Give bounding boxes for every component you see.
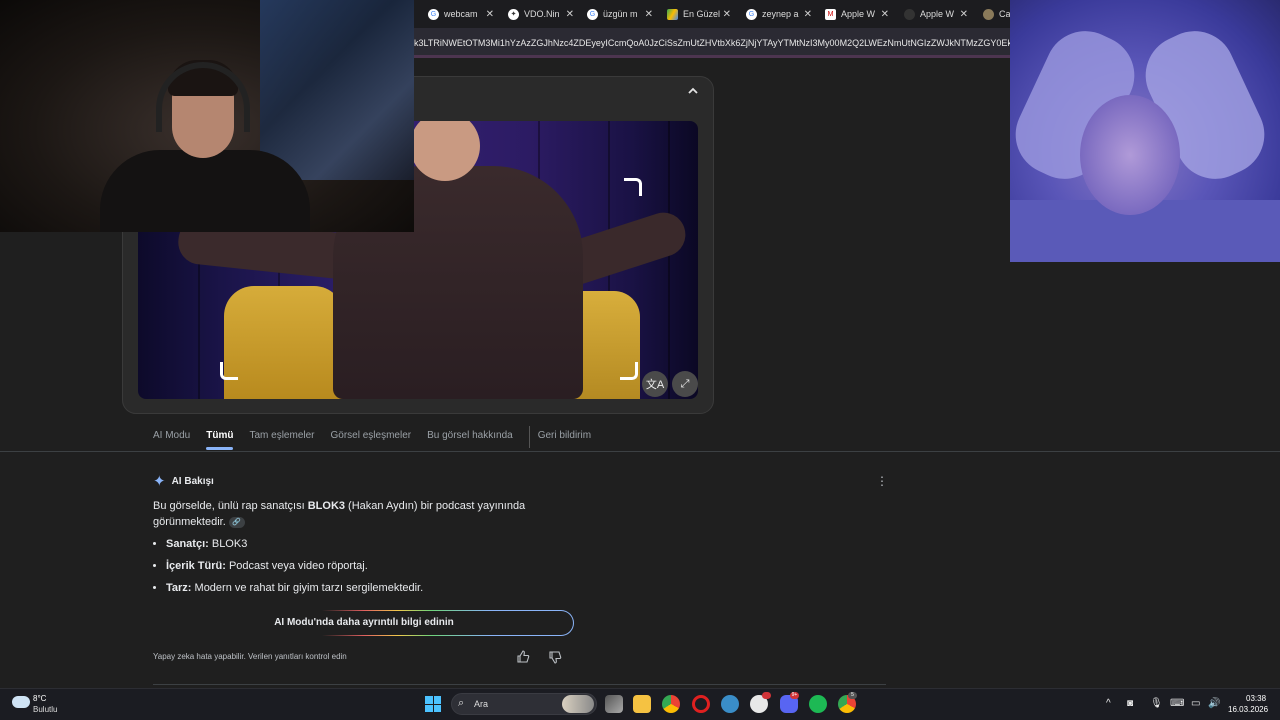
weather-description[interactable]: Bulutlu (33, 705, 57, 714)
crop-handle[interactable] (220, 362, 238, 380)
clock-time[interactable]: 03:38 (1246, 694, 1266, 703)
crop-handle[interactable] (620, 362, 638, 380)
browser-tab[interactable]: M Apple W ✕ (825, 3, 889, 25)
thumbs-down-icon[interactable] (548, 650, 562, 667)
keyboard-icon[interactable]: ⌨ (1170, 698, 1184, 709)
chevron-up-icon[interactable]: ^ (1106, 698, 1111, 709)
tab-feedback[interactable]: Geri bildirim (528, 426, 591, 448)
close-icon[interactable]: ✕ (881, 9, 889, 20)
task-view-icon[interactable] (605, 695, 623, 713)
tab-about-image[interactable]: Bu görsel hakkında (427, 426, 513, 448)
list-item: Sanatçı: BLOK3 (166, 537, 423, 551)
close-icon[interactable]: ✕ (566, 9, 574, 20)
windows-start-icon[interactable] (425, 696, 441, 712)
ai-overview-header: ✦ AI Bakışı (153, 472, 214, 490)
browser-tab[interactable]: En Güzel ✕ (667, 3, 731, 25)
close-icon[interactable]: ✕ (486, 9, 494, 20)
clock-date[interactable]: 16.03.2026 (1228, 705, 1268, 714)
display-icon[interactable]: ▭ (1191, 698, 1200, 709)
tab-ai-mode[interactable]: AI Modu (153, 426, 190, 448)
volume-icon[interactable]: 🔊 (1208, 698, 1220, 709)
weather-temperature[interactable]: 8°C (33, 694, 46, 703)
fullscreen-button[interactable]: ⤢ (672, 371, 698, 397)
steam-icon[interactable] (721, 695, 739, 713)
close-icon[interactable]: ✕ (960, 9, 968, 20)
url-text[interactable]: k3LTRiNWEtOTM3Mi1hYzAzZGJhNzc4ZDEyeyICcm… (414, 38, 1010, 48)
browser-tab[interactable]: ✦ VDO.Nin ✕ (508, 3, 574, 25)
google-icon: G (746, 8, 757, 20)
apple-icon (904, 8, 915, 20)
webcam-overlay-left (0, 0, 414, 232)
drive-icon (667, 8, 678, 20)
close-icon[interactable]: ✕ (723, 9, 731, 20)
opera-icon[interactable] (692, 695, 710, 713)
notification-badge (762, 692, 771, 699)
link-icon[interactable]: 🔗 (228, 516, 245, 528)
sparkle-icon: ✦ (153, 473, 166, 490)
close-icon[interactable]: ✕ (804, 9, 812, 20)
site-icon (983, 8, 994, 20)
crop-handle[interactable] (624, 178, 642, 196)
list-item: İçerik Türü: Podcast veya video röportaj… (166, 559, 423, 573)
disclaimer-text: Yapay zeka hata yapabilir. Verilen yanıt… (153, 652, 347, 661)
discord-tray-icon[interactable]: ◙ (1127, 698, 1133, 709)
ai-mode-button[interactable]: AI Modu'nda daha ayrıntılı bilgi edinin (154, 610, 574, 636)
webcam-overlay-right (1010, 0, 1280, 262)
file-explorer-icon[interactable] (633, 695, 651, 713)
tab-exact-matches[interactable]: Tam eşlemeler (249, 426, 314, 448)
expand-icon: ⤢ (680, 377, 690, 390)
notification-badge: 9+ (790, 692, 799, 699)
spotify-icon[interactable] (809, 695, 827, 713)
browser-tab[interactable]: Güzgün m ✕ (587, 3, 653, 25)
divider (153, 684, 886, 685)
search-icon: ⌕ (458, 697, 465, 709)
thumbs-up-icon[interactable] (516, 650, 530, 667)
translate-icon: 文A (645, 379, 665, 391)
tab-visual-matches[interactable]: Görsel eşleşmeler (331, 426, 412, 448)
browser-tab[interactable]: Apple W ✕ (904, 3, 968, 25)
divider (0, 451, 1280, 452)
notification-badge: 5 (848, 692, 857, 699)
tab-all[interactable]: Tümü (206, 426, 234, 450)
browser-tab[interactable]: Gzeynep a ✕ (746, 3, 812, 25)
result-tabs: AI Modu Tümü Tam eşlemeler Görsel eşleşm… (153, 426, 607, 450)
search-highlight-image[interactable] (562, 695, 594, 713)
chevron-up-icon[interactable] (686, 84, 700, 98)
ai-bullet-list: Sanatçı: BLOK3 İçerik Türü: Podcast veya… (166, 537, 423, 603)
browser-tab[interactable]: Gwebcam ✕ (428, 3, 494, 25)
close-icon[interactable]: ✕ (645, 9, 653, 20)
browser-tab[interactable]: Car (983, 3, 1010, 25)
vdo-ninja-icon: ✦ (508, 8, 519, 20)
ai-overview-title: AI Bakışı (171, 475, 214, 487)
cloud-icon[interactable] (12, 696, 30, 708)
list-item: Tarz: Modern ve rahat bir giyim tarzı se… (166, 581, 423, 595)
more-options-icon[interactable]: ⋮ (876, 474, 888, 488)
google-icon: G (587, 8, 598, 20)
microphone-icon[interactable]: 🎙 (1150, 698, 1163, 709)
google-icon: G (428, 8, 439, 20)
translate-button[interactable]: 文A (642, 371, 668, 397)
search-placeholder[interactable]: Ara (474, 699, 488, 709)
mail-icon: M (825, 8, 836, 20)
ai-summary: Bu görselde, ünlü rap sanatçısı BLOK3 (H… (153, 500, 526, 528)
chrome-icon[interactable] (662, 695, 680, 713)
